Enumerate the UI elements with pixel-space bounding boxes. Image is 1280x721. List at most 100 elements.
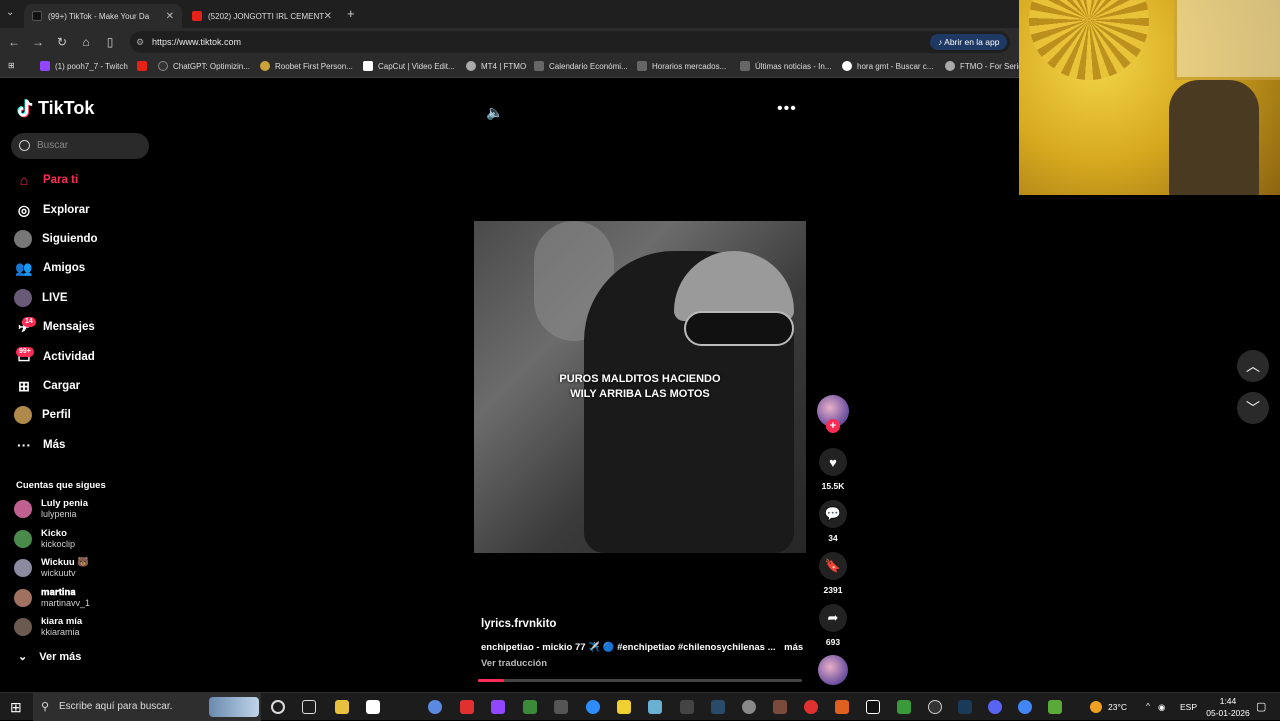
app-icon[interactable] <box>648 700 662 714</box>
investing-icon <box>637 61 647 71</box>
video-progress-bar[interactable] <box>478 679 802 682</box>
split-view-icon[interactable]: ▯ <box>102 34 118 50</box>
see-more-button[interactable]: ⌄ Ver más <box>18 650 81 664</box>
app-icon[interactable] <box>773 700 787 714</box>
volume-icon[interactable]: 🔈 <box>486 104 503 121</box>
bookmark-label: Roobet First Person... <box>275 61 353 71</box>
nav-para-ti[interactable]: ⌂ Para ti <box>14 169 78 191</box>
save-count: 2391 <box>823 585 843 595</box>
followed-account[interactable]: Wickuu 🐻 wickuutv <box>14 555 89 581</box>
chevron-up-icon[interactable]: ^ <box>1146 701 1150 711</box>
like-button[interactable]: ♥ 15.5K <box>818 448 848 491</box>
windows-start-icon[interactable]: ⊞ <box>10 699 22 716</box>
more-link[interactable]: más <box>784 642 803 653</box>
music-disc-icon[interactable] <box>818 655 848 685</box>
bookmark-item[interactable]: MT4 | FTMO <box>466 61 526 71</box>
bookmark-item[interactable]: ChatGPT: Optimizin... <box>158 61 250 71</box>
app-icon[interactable] <box>554 700 568 714</box>
nav-explorar[interactable]: ◎ Explorar <box>14 199 90 221</box>
share-button[interactable]: ➦ 693 <box>818 604 848 647</box>
site-info-icon[interactable]: ⚙ <box>136 31 144 53</box>
task-view-icon[interactable] <box>302 700 316 714</box>
home-browser-icon[interactable]: ⌂ <box>78 34 94 50</box>
notepad-icon[interactable] <box>366 700 380 714</box>
chevron-down-icon: ﹀ <box>1246 400 1260 416</box>
app-icon[interactable] <box>835 700 849 714</box>
app-icon[interactable] <box>1048 700 1062 714</box>
caption-line: WILY ARRIBA LAS MOTOS <box>570 388 710 400</box>
taskbar-search-input[interactable]: ⚲ Escribe aquí para buscar. <box>33 693 261 721</box>
language-indicator[interactable]: ESP <box>1180 702 1197 712</box>
video-player[interactable]: PUROS MALDITOS HACIENDO WILY ARRIBA LAS … <box>474 221 806 553</box>
close-tab-icon[interactable]: ✕ <box>166 11 174 22</box>
nav-perfil[interactable]: Perfil <box>14 404 71 426</box>
bookmark-item[interactable]: Calendario Económi... <box>534 61 628 71</box>
app-icon[interactable] <box>928 700 942 714</box>
new-tab-icon[interactable]: + <box>347 6 355 21</box>
zoom-icon[interactable] <box>586 700 600 714</box>
back-icon[interactable]: ← <box>6 34 22 50</box>
followed-account[interactable]: 𝐦𝐚𝐫𝐭𝐢𝐧𝐚 martinavv_1 <box>14 585 90 611</box>
app-icon[interactable] <box>460 700 474 714</box>
bookmark-item[interactable]: FTMO - For Serio <box>945 61 1023 71</box>
bookmark-item[interactable]: (1) pooh7_7 - Twitch <box>40 61 128 71</box>
twitch-icon[interactable] <box>491 700 505 714</box>
bookmark-item[interactable]: hora gmt - Buscar c... <box>842 61 933 71</box>
search-input[interactable]: Buscar <box>11 133 149 159</box>
close-tab-icon[interactable]: ✕ <box>324 11 332 22</box>
followed-account[interactable]: kiara mía kkiaramia <box>14 614 82 640</box>
cortana-icon[interactable] <box>271 700 285 714</box>
comment-button[interactable]: 💬 34 <box>818 500 848 543</box>
reload-icon[interactable]: ↻ <box>54 34 70 50</box>
apps-grid-icon[interactable]: ⊞ <box>8 61 15 70</box>
tiktok-taskbar-icon[interactable] <box>866 700 880 714</box>
url-input[interactable]: ⚙ https://www.tiktok.com <box>130 31 1010 53</box>
author-username[interactable]: lyrics.frvnkito <box>481 618 556 630</box>
save-button[interactable]: 🔖 2391 <box>818 552 848 595</box>
youtube-bookmark-icon[interactable] <box>137 61 152 71</box>
network-icon[interactable]: ◉ <box>1158 702 1165 713</box>
see-translation-link[interactable]: Ver traducción <box>481 658 547 669</box>
steam-icon[interactable] <box>958 700 972 714</box>
bookmark-item[interactable]: Horarios mercados... <box>637 61 726 71</box>
nav-mas[interactable]: ··· Más <box>14 434 65 456</box>
nav-amigos[interactable]: 👥 Amigos <box>14 257 85 279</box>
more-options-icon[interactable]: ••• <box>777 100 797 118</box>
chrome-icon[interactable] <box>1018 700 1032 714</box>
nav-cargar[interactable]: ⊞ Cargar <box>14 375 80 397</box>
next-video-button[interactable]: ﹀ <box>1237 392 1269 424</box>
description-text: enchipetiao - mickio 77 ✈️ 🔵 #enchipetia… <box>481 642 776 653</box>
tab-tiktok[interactable]: (99+) TikTok - Make Your Da ✕ <box>24 4 182 28</box>
tiktok-logo[interactable]: TikTok <box>16 98 94 119</box>
copilot-icon[interactable] <box>428 700 442 714</box>
app-icon[interactable] <box>523 700 537 714</box>
discord-icon[interactable] <box>988 700 1002 714</box>
followed-account[interactable]: Luly penia lulypenia <box>14 496 88 522</box>
nav-live[interactable]: LIVE <box>14 287 68 309</box>
opera-icon[interactable] <box>804 700 818 714</box>
open-in-app-button[interactable]: ♪ Abrir en la app <box>930 34 1008 50</box>
nav-label: Mensajes <box>43 321 95 333</box>
followed-account[interactable]: Kicko kickoclip <box>14 526 75 552</box>
tab-youtube[interactable]: (5202) JONGOTTI IRL CEMENT ✕ <box>184 4 340 28</box>
notifications-icon[interactable]: ▢ <box>1256 700 1266 713</box>
follow-plus-icon[interactable]: + <box>826 419 840 433</box>
app-icon[interactable] <box>711 700 725 714</box>
minecraft-icon[interactable] <box>897 700 911 714</box>
bookmark-item[interactable]: Últimas noticias - In... <box>740 61 831 71</box>
bookmark-label: FTMO - For Serio <box>960 61 1023 71</box>
bookmark-item[interactable]: CapCut | Video Edit... <box>363 61 455 71</box>
sticky-notes-icon[interactable] <box>617 700 631 714</box>
clock[interactable]: 1:44 05-01-2026 <box>1203 696 1253 718</box>
forward-icon[interactable]: → <box>30 34 46 50</box>
live-icon <box>14 289 32 307</box>
bookmark-item[interactable]: Roobet First Person... <box>260 61 353 71</box>
nav-label: LIVE <box>42 292 68 304</box>
capcut-taskbar-icon[interactable] <box>680 700 694 714</box>
comment-count: 34 <box>828 533 838 543</box>
tab-list-chevron-icon[interactable]: ⌄ <box>6 7 14 18</box>
file-explorer-icon[interactable] <box>335 700 349 714</box>
nav-siguiendo[interactable]: Siguiendo <box>14 228 98 250</box>
settings-gear-icon[interactable] <box>742 700 756 714</box>
previous-video-button[interactable]: ︿ <box>1237 350 1269 382</box>
